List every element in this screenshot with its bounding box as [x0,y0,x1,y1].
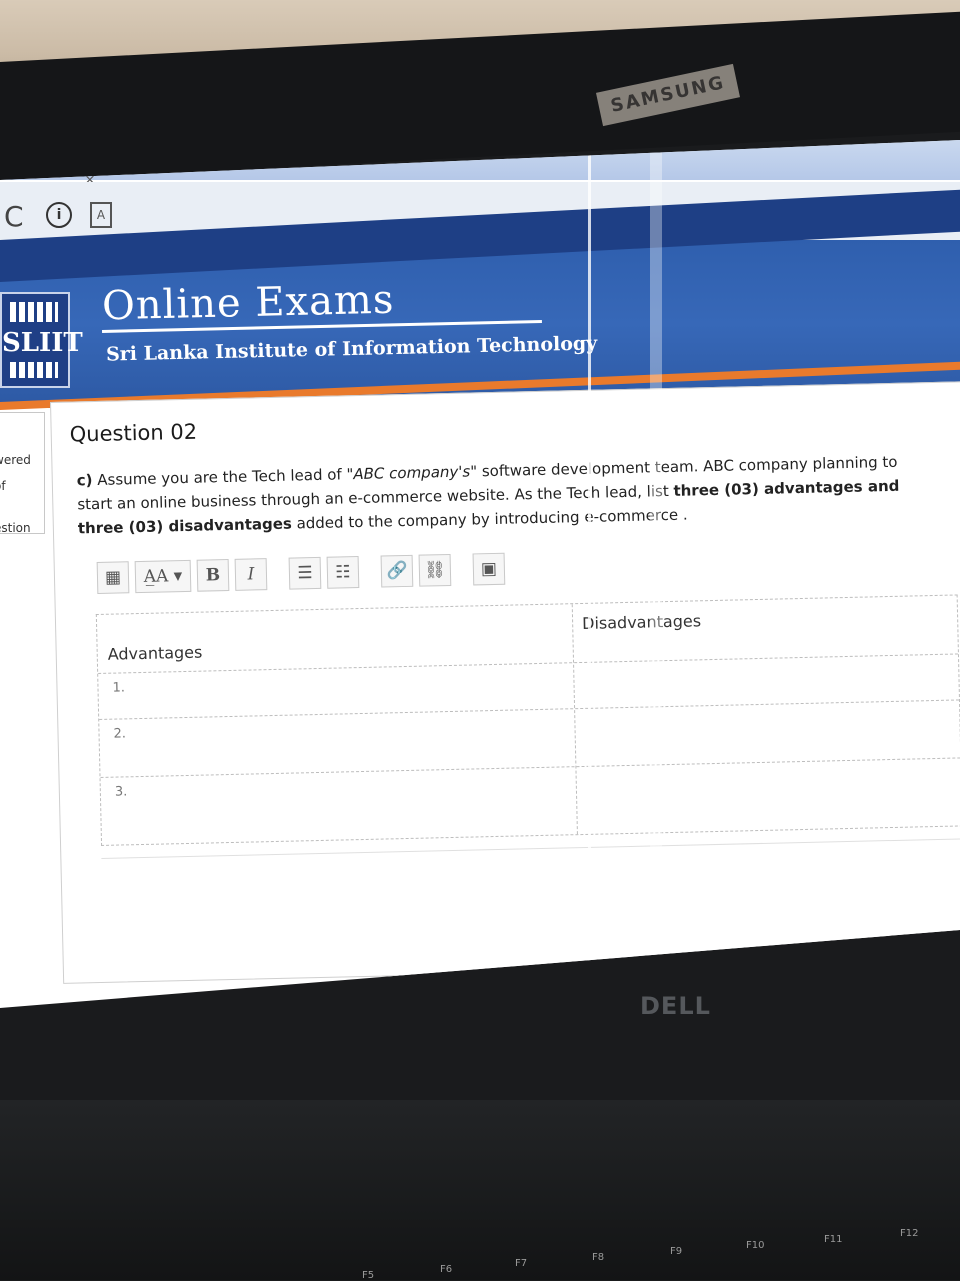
bold-button[interactable]: B [196,558,230,592]
format-dropdown-button[interactable]: A̲A ▾ [134,559,192,594]
bullet-list-button[interactable]: ☰ [288,556,322,590]
editor-body[interactable] [101,838,960,959]
keyboard: F5 F6 F7 F8 F9 F10 F11 F12 [0,1100,960,1281]
question-text-1: Assume you are the Tech lead of " [97,465,354,489]
reload-icon[interactable]: C [4,200,24,233]
fkey-f12: F12 [900,1228,919,1239]
fkey-f10: F10 [746,1240,765,1251]
question-number: Question 02 [69,419,198,447]
table-column-divider [571,604,578,835]
toolbar-toggle-icon[interactable]: ▦ [96,561,130,594]
row-number-1: 1. [112,680,126,696]
site-info-icon[interactable]: i [46,202,72,228]
table-row-line [99,699,960,720]
fkey-f7: F7 [515,1258,528,1269]
question-part: c) [76,471,93,490]
header-disadvantages: Disadvantages [581,611,702,633]
toolbar-spacer-3 [457,554,468,586]
insert-image-button[interactable]: ▣ [472,552,506,586]
link-button[interactable]: 🔗 [380,554,414,588]
unlink-button[interactable]: ⛓ [418,553,452,587]
fkey-f6: F6 [440,1264,453,1275]
row-number-2: 2. [113,726,127,742]
table-row-line [100,757,960,778]
editor-toolbar: ▦ A̲A ▾ B I ☰ ☷ 🔗 ⛓ ▣ [96,552,506,594]
logo-crest-top [10,302,58,322]
nav-item-question[interactable]: estion [0,521,31,535]
screen: × C i A SLIIT Online Exams Sri Lanka Ins… [0,140,960,1008]
nav-item-answered[interactable]: wered [0,453,31,467]
page-icon[interactable]: A [90,202,112,228]
numbered-list-button[interactable]: ☷ [326,556,360,589]
fkey-f8: F8 [592,1252,605,1263]
row-number-3: 3. [114,784,128,800]
sliit-logo: SLIIT [0,292,83,388]
question-text: c) Assume you are the Tech lead of "ABC … [77,449,918,540]
table-row-line [98,653,958,674]
question-company: ABC company's" [353,462,478,484]
screen-band-artifact [650,140,662,1008]
question-panel: Question 02 c) Assume you are the Tech l… [50,381,960,984]
answer-table[interactable]: Advantages Disadvantages 1. 2. 3. [95,594,960,846]
question-text-3: added to the company by introducing e-co… [291,505,688,533]
dell-logo: DELL [640,992,711,1020]
screen-line-artifact [588,140,591,1008]
italic-button[interactable]: I [234,558,268,591]
fkey-f11: F11 [824,1234,843,1245]
header-advantages: Advantages [107,642,203,664]
logo-text: SLIIT [2,328,83,358]
left-nav-panel: wered of estion [0,412,45,535]
fkey-f9: F9 [670,1246,683,1257]
toolbar-spacer-2 [365,556,376,588]
nav-item-of: of [0,479,6,493]
fkey-f5: F5 [362,1270,375,1281]
site-title: Online Exams [101,276,395,330]
logo-crest-bottom [10,362,58,378]
